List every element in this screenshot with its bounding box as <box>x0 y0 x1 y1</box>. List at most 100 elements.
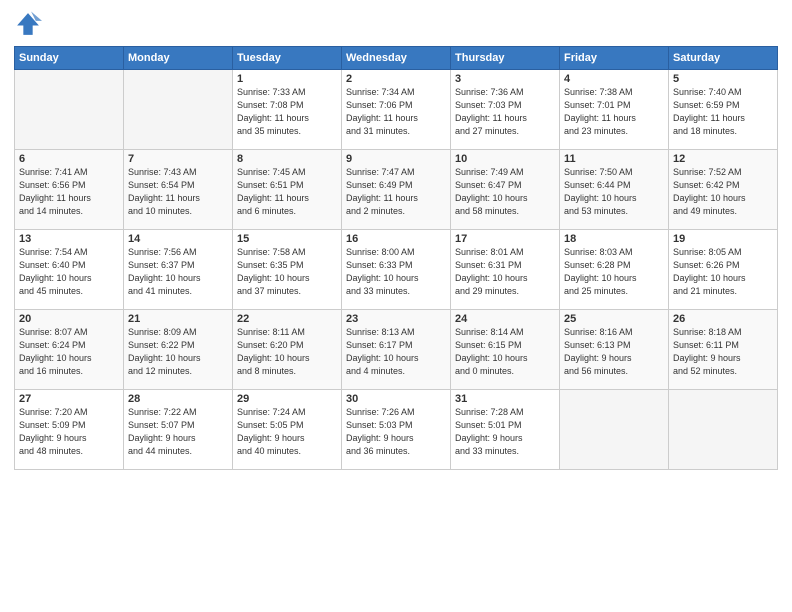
day-cell: 30Sunrise: 7:26 AM Sunset: 5:03 PM Dayli… <box>342 390 451 470</box>
day-info: Sunrise: 7:20 AM Sunset: 5:09 PM Dayligh… <box>19 406 119 458</box>
day-cell: 21Sunrise: 8:09 AM Sunset: 6:22 PM Dayli… <box>124 310 233 390</box>
day-cell: 25Sunrise: 8:16 AM Sunset: 6:13 PM Dayli… <box>560 310 669 390</box>
day-number: 12 <box>673 153 773 165</box>
weekday-header-sunday: Sunday <box>15 47 124 70</box>
day-cell: 12Sunrise: 7:52 AM Sunset: 6:42 PM Dayli… <box>669 150 778 230</box>
day-number: 5 <box>673 73 773 85</box>
day-cell: 16Sunrise: 8:00 AM Sunset: 6:33 PM Dayli… <box>342 230 451 310</box>
day-info: Sunrise: 7:26 AM Sunset: 5:03 PM Dayligh… <box>346 406 446 458</box>
day-number: 18 <box>564 233 664 245</box>
day-number: 21 <box>128 313 228 325</box>
day-info: Sunrise: 8:13 AM Sunset: 6:17 PM Dayligh… <box>346 326 446 378</box>
day-number: 7 <box>128 153 228 165</box>
day-info: Sunrise: 7:41 AM Sunset: 6:56 PM Dayligh… <box>19 166 119 218</box>
day-info: Sunrise: 7:52 AM Sunset: 6:42 PM Dayligh… <box>673 166 773 218</box>
day-cell <box>669 390 778 470</box>
day-number: 31 <box>455 393 555 405</box>
weekday-header-monday: Monday <box>124 47 233 70</box>
day-number: 25 <box>564 313 664 325</box>
day-cell: 18Sunrise: 8:03 AM Sunset: 6:28 PM Dayli… <box>560 230 669 310</box>
week-row-1: 1Sunrise: 7:33 AM Sunset: 7:08 PM Daylig… <box>15 70 778 150</box>
day-number: 14 <box>128 233 228 245</box>
day-info: Sunrise: 7:58 AM Sunset: 6:35 PM Dayligh… <box>237 246 337 298</box>
day-number: 8 <box>237 153 337 165</box>
day-info: Sunrise: 7:45 AM Sunset: 6:51 PM Dayligh… <box>237 166 337 218</box>
day-cell: 6Sunrise: 7:41 AM Sunset: 6:56 PM Daylig… <box>15 150 124 230</box>
day-cell: 10Sunrise: 7:49 AM Sunset: 6:47 PM Dayli… <box>451 150 560 230</box>
day-cell: 15Sunrise: 7:58 AM Sunset: 6:35 PM Dayli… <box>233 230 342 310</box>
day-number: 11 <box>564 153 664 165</box>
day-info: Sunrise: 8:09 AM Sunset: 6:22 PM Dayligh… <box>128 326 228 378</box>
weekday-header-tuesday: Tuesday <box>233 47 342 70</box>
day-number: 28 <box>128 393 228 405</box>
day-cell: 23Sunrise: 8:13 AM Sunset: 6:17 PM Dayli… <box>342 310 451 390</box>
day-info: Sunrise: 7:49 AM Sunset: 6:47 PM Dayligh… <box>455 166 555 218</box>
logo-icon <box>14 10 42 38</box>
day-cell: 9Sunrise: 7:47 AM Sunset: 6:49 PM Daylig… <box>342 150 451 230</box>
week-row-2: 6Sunrise: 7:41 AM Sunset: 6:56 PM Daylig… <box>15 150 778 230</box>
day-number: 26 <box>673 313 773 325</box>
day-cell: 4Sunrise: 7:38 AM Sunset: 7:01 PM Daylig… <box>560 70 669 150</box>
day-number: 9 <box>346 153 446 165</box>
day-cell: 29Sunrise: 7:24 AM Sunset: 5:05 PM Dayli… <box>233 390 342 470</box>
day-number: 4 <box>564 73 664 85</box>
day-info: Sunrise: 7:50 AM Sunset: 6:44 PM Dayligh… <box>564 166 664 218</box>
day-cell: 17Sunrise: 8:01 AM Sunset: 6:31 PM Dayli… <box>451 230 560 310</box>
week-row-4: 20Sunrise: 8:07 AM Sunset: 6:24 PM Dayli… <box>15 310 778 390</box>
day-cell: 3Sunrise: 7:36 AM Sunset: 7:03 PM Daylig… <box>451 70 560 150</box>
day-info: Sunrise: 7:38 AM Sunset: 7:01 PM Dayligh… <box>564 86 664 138</box>
day-number: 2 <box>346 73 446 85</box>
day-info: Sunrise: 8:14 AM Sunset: 6:15 PM Dayligh… <box>455 326 555 378</box>
day-info: Sunrise: 8:03 AM Sunset: 6:28 PM Dayligh… <box>564 246 664 298</box>
day-info: Sunrise: 7:56 AM Sunset: 6:37 PM Dayligh… <box>128 246 228 298</box>
header <box>14 10 778 38</box>
day-info: Sunrise: 7:22 AM Sunset: 5:07 PM Dayligh… <box>128 406 228 458</box>
day-info: Sunrise: 8:00 AM Sunset: 6:33 PM Dayligh… <box>346 246 446 298</box>
day-cell: 1Sunrise: 7:33 AM Sunset: 7:08 PM Daylig… <box>233 70 342 150</box>
day-cell: 11Sunrise: 7:50 AM Sunset: 6:44 PM Dayli… <box>560 150 669 230</box>
day-number: 30 <box>346 393 446 405</box>
day-info: Sunrise: 7:54 AM Sunset: 6:40 PM Dayligh… <box>19 246 119 298</box>
day-number: 29 <box>237 393 337 405</box>
day-info: Sunrise: 7:40 AM Sunset: 6:59 PM Dayligh… <box>673 86 773 138</box>
weekday-header-saturday: Saturday <box>669 47 778 70</box>
day-cell: 5Sunrise: 7:40 AM Sunset: 6:59 PM Daylig… <box>669 70 778 150</box>
day-info: Sunrise: 8:11 AM Sunset: 6:20 PM Dayligh… <box>237 326 337 378</box>
week-row-3: 13Sunrise: 7:54 AM Sunset: 6:40 PM Dayli… <box>15 230 778 310</box>
day-cell: 8Sunrise: 7:45 AM Sunset: 6:51 PM Daylig… <box>233 150 342 230</box>
day-cell <box>124 70 233 150</box>
logo <box>14 10 44 38</box>
day-info: Sunrise: 7:43 AM Sunset: 6:54 PM Dayligh… <box>128 166 228 218</box>
day-cell: 24Sunrise: 8:14 AM Sunset: 6:15 PM Dayli… <box>451 310 560 390</box>
page: SundayMondayTuesdayWednesdayThursdayFrid… <box>0 0 792 612</box>
day-info: Sunrise: 8:01 AM Sunset: 6:31 PM Dayligh… <box>455 246 555 298</box>
day-info: Sunrise: 7:28 AM Sunset: 5:01 PM Dayligh… <box>455 406 555 458</box>
day-info: Sunrise: 8:18 AM Sunset: 6:11 PM Dayligh… <box>673 326 773 378</box>
day-number: 27 <box>19 393 119 405</box>
day-info: Sunrise: 7:24 AM Sunset: 5:05 PM Dayligh… <box>237 406 337 458</box>
day-number: 3 <box>455 73 555 85</box>
day-info: Sunrise: 8:16 AM Sunset: 6:13 PM Dayligh… <box>564 326 664 378</box>
day-info: Sunrise: 7:47 AM Sunset: 6:49 PM Dayligh… <box>346 166 446 218</box>
day-cell: 19Sunrise: 8:05 AM Sunset: 6:26 PM Dayli… <box>669 230 778 310</box>
day-cell: 20Sunrise: 8:07 AM Sunset: 6:24 PM Dayli… <box>15 310 124 390</box>
day-cell <box>560 390 669 470</box>
weekday-header-friday: Friday <box>560 47 669 70</box>
day-number: 6 <box>19 153 119 165</box>
day-number: 22 <box>237 313 337 325</box>
week-row-5: 27Sunrise: 7:20 AM Sunset: 5:09 PM Dayli… <box>15 390 778 470</box>
day-cell: 22Sunrise: 8:11 AM Sunset: 6:20 PM Dayli… <box>233 310 342 390</box>
day-cell: 26Sunrise: 8:18 AM Sunset: 6:11 PM Dayli… <box>669 310 778 390</box>
weekday-header-thursday: Thursday <box>451 47 560 70</box>
day-info: Sunrise: 8:05 AM Sunset: 6:26 PM Dayligh… <box>673 246 773 298</box>
day-info: Sunrise: 7:36 AM Sunset: 7:03 PM Dayligh… <box>455 86 555 138</box>
day-cell: 31Sunrise: 7:28 AM Sunset: 5:01 PM Dayli… <box>451 390 560 470</box>
day-cell: 7Sunrise: 7:43 AM Sunset: 6:54 PM Daylig… <box>124 150 233 230</box>
day-number: 17 <box>455 233 555 245</box>
day-cell: 2Sunrise: 7:34 AM Sunset: 7:06 PM Daylig… <box>342 70 451 150</box>
day-info: Sunrise: 7:34 AM Sunset: 7:06 PM Dayligh… <box>346 86 446 138</box>
day-number: 23 <box>346 313 446 325</box>
day-info: Sunrise: 7:33 AM Sunset: 7:08 PM Dayligh… <box>237 86 337 138</box>
day-cell <box>15 70 124 150</box>
day-number: 24 <box>455 313 555 325</box>
